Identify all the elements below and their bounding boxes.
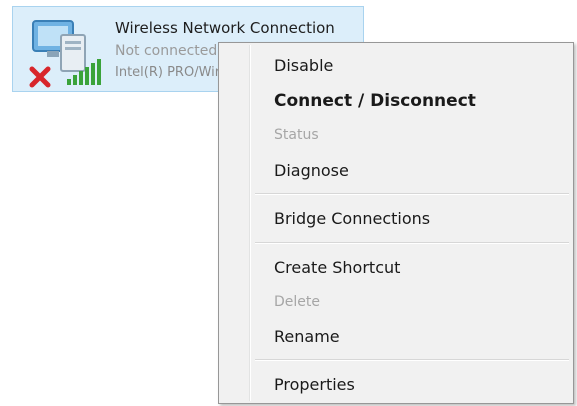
menu-separator xyxy=(255,242,569,244)
menu-item-disable[interactable]: Disable xyxy=(222,50,570,82)
menu-item-properties[interactable]: Properties xyxy=(222,369,570,401)
connection-status: Not connected xyxy=(115,43,218,59)
menu-item-status: Status xyxy=(274,127,319,143)
menu-separator xyxy=(255,193,569,195)
menu-item-delete: Delete xyxy=(274,294,320,310)
menu-separator xyxy=(255,359,569,361)
menu-item-diagnose[interactable]: Diagnose xyxy=(222,155,570,187)
disconnected-x-icon xyxy=(29,66,51,88)
menu-item-rename[interactable]: Rename xyxy=(222,321,570,353)
network-computer-icon xyxy=(29,20,101,88)
connection-name: Wireless Network Connection xyxy=(115,19,335,37)
context-menu: Disable Connect / Disconnect Status Diag… xyxy=(218,42,574,404)
menu-item-create-shortcut[interactable]: Create Shortcut xyxy=(222,252,570,284)
menu-item-connect-disconnect[interactable]: Connect / Disconnect xyxy=(222,85,570,117)
menu-item-bridge-connections[interactable]: Bridge Connections xyxy=(222,203,570,235)
